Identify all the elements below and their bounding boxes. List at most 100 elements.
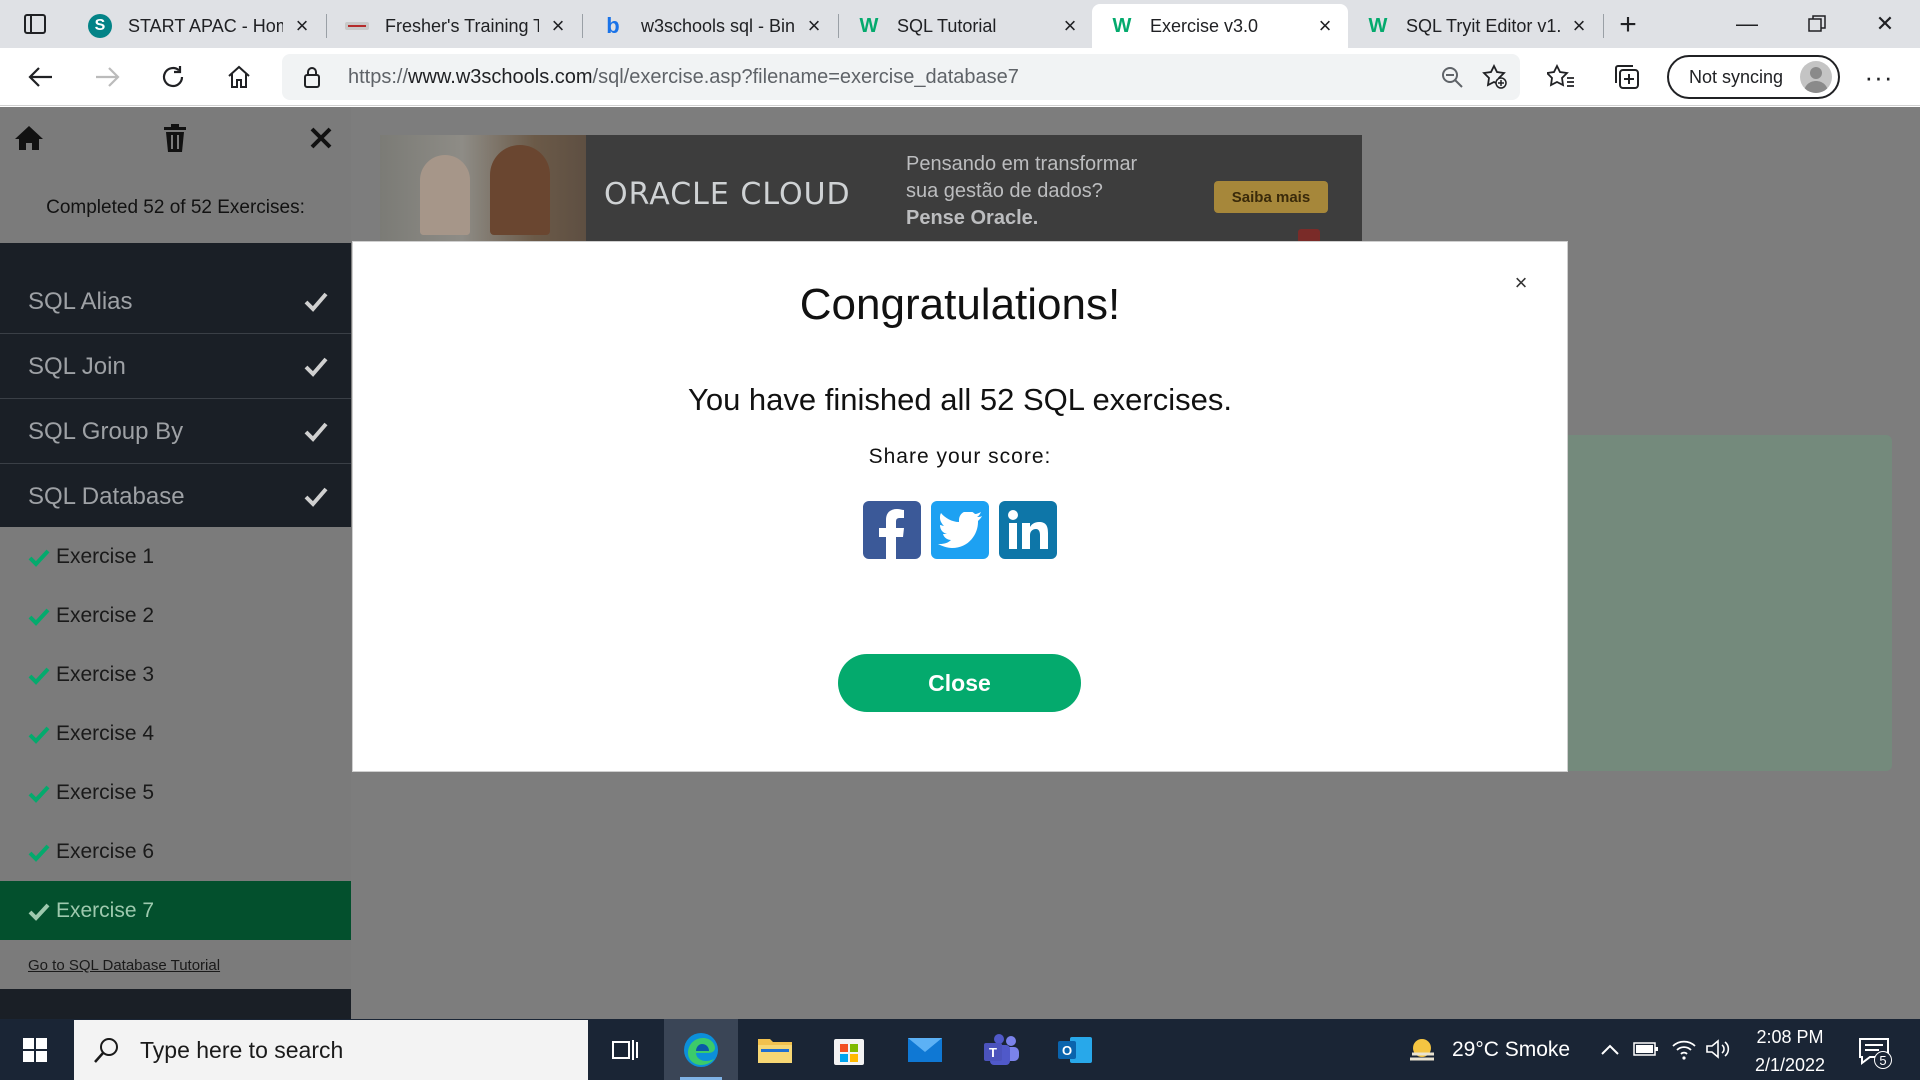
exercise-item[interactable]: Exercise 2 (0, 586, 351, 645)
zoom-icon[interactable] (1437, 62, 1467, 92)
check-icon (304, 292, 328, 312)
restore-icon (1808, 15, 1826, 32)
category-label: SQL Alias (28, 287, 133, 315)
svg-text:O: O (1062, 1043, 1072, 1058)
sidebar-category-sql-database[interactable]: SQL Database (0, 465, 351, 529)
congratulations-modal: Congratulations! × You have finished all… (353, 242, 1567, 771)
exercise-item[interactable]: Exercise 3 (0, 645, 351, 704)
ad-banner[interactable]: ORACLE CLOUD Pensando em transformar sua… (380, 135, 1362, 245)
tab-close-icon[interactable]: × (1568, 13, 1590, 38)
twitter-share-button[interactable] (931, 501, 989, 559)
search-icon (94, 1038, 118, 1063)
url-text[interactable]: https://www.w3schools.com/sql/exercise.a… (348, 66, 1019, 89)
clock-time: 2:08 PM (1756, 1027, 1824, 1047)
collections-icon[interactable] (1610, 60, 1644, 94)
exercise-item-active[interactable]: Exercise 7 (0, 881, 351, 940)
sidebar-category-sql-join[interactable]: SQL Join (0, 335, 351, 399)
linkedin-share-button[interactable] (999, 501, 1057, 559)
taskbar-search[interactable]: Type here to search (74, 1020, 588, 1080)
sidebar-header: Completed 52 of 52 Exercises: (0, 107, 351, 243)
close-window-button[interactable]: ✕ (1850, 0, 1920, 48)
favorites-icon[interactable] (1544, 60, 1578, 94)
plus-icon: + (1619, 8, 1637, 41)
forward-button[interactable] (88, 58, 126, 96)
sidebar-category-sql-alias[interactable]: SQL Alias (0, 270, 351, 334)
restore-button[interactable] (1782, 0, 1852, 48)
taskbar-mail[interactable] (888, 1019, 962, 1080)
exercise-item[interactable]: Exercise 5 (0, 763, 351, 822)
facebook-share-button[interactable] (863, 501, 921, 559)
profile-label: Not syncing (1689, 66, 1784, 87)
tab-sql-tryit-editor[interactable]: W SQL Tryit Editor v1.6 × (1348, 4, 1602, 48)
home-icon[interactable] (12, 121, 46, 155)
twitter-icon (938, 512, 982, 548)
tab-close-icon[interactable]: × (803, 13, 825, 38)
clock-date: 2/1/2022 (1754, 1055, 1826, 1075)
start-button[interactable] (0, 1019, 70, 1080)
modal-close-icon[interactable]: × (1508, 270, 1534, 296)
weather-widget[interactable]: 29°C Smoke (1408, 1019, 1570, 1080)
sidebar-category-sql-group-by[interactable]: SQL Group By (0, 400, 351, 464)
share-label: Share your score: (868, 445, 1052, 468)
battery-icon[interactable] (1630, 1033, 1662, 1065)
tab-actions-icon (24, 14, 46, 34)
tray-chevron-icon[interactable] (1594, 1033, 1626, 1065)
exercise-label: Exercise 4 (56, 721, 155, 745)
tutorial-link[interactable]: Go to SQL Database Tutorial (28, 957, 220, 974)
outlook-icon: O (1058, 1036, 1092, 1063)
category-label: SQL Group By (28, 417, 184, 445)
minimize-icon: — (1736, 11, 1758, 36)
url-scheme: https:// (348, 65, 409, 88)
close-sidebar-icon[interactable] (304, 121, 338, 155)
task-view-button[interactable] (588, 1019, 662, 1080)
exercise-label: Exercise 7 (56, 898, 155, 922)
sidebar-category-partial[interactable] (0, 243, 351, 273)
taskbar-teams[interactable]: T (964, 1019, 1038, 1080)
profile-button[interactable]: Not syncing (1667, 55, 1840, 99)
exercise-item[interactable]: Exercise 1 (0, 527, 351, 586)
ad-line: Pense Oracle. (906, 207, 1039, 229)
tab-freshers-training[interactable]: Fresher's Training Tracker × (327, 4, 581, 48)
tab-close-icon[interactable]: × (291, 13, 313, 38)
url-host: www.w3schools.com (408, 65, 593, 88)
home-button[interactable] (220, 58, 258, 96)
tab-actions-button[interactable] (10, 8, 60, 40)
new-tab-button[interactable]: + (1612, 8, 1644, 41)
add-favorite-icon[interactable] (1480, 62, 1510, 92)
tab-title: START APAC - Home (128, 15, 283, 36)
lock-icon[interactable] (292, 65, 332, 89)
taskbar-file-explorer[interactable] (738, 1019, 812, 1080)
tab-close-icon[interactable]: × (1314, 13, 1336, 38)
tab-exercise-active[interactable]: W Exercise v3.0 × (1092, 4, 1348, 48)
tab-bing-search[interactable]: b w3schools sql - Bing × (583, 4, 837, 48)
minimize-button[interactable]: — (1712, 0, 1782, 48)
tab-title: SQL Tryit Editor v1.6 (1406, 15, 1560, 36)
folder-icon (758, 1038, 792, 1063)
taskbar-outlook[interactable]: O (1038, 1019, 1112, 1080)
refresh-button[interactable] (154, 58, 192, 96)
w3schools-icon: W (859, 14, 879, 37)
linkedin-icon (1008, 510, 1048, 549)
system-clock[interactable]: 2:08 PM 2/1/2022 (1746, 1023, 1834, 1079)
check-icon (304, 487, 328, 507)
close-button[interactable]: Close (838, 654, 1081, 712)
ad-logo: ORACLE CLOUD (604, 177, 851, 212)
sharepoint-icon: S (88, 14, 112, 38)
trash-icon[interactable] (158, 121, 192, 155)
exercise-item[interactable]: Exercise 4 (0, 704, 351, 763)
tab-close-icon[interactable]: × (1059, 13, 1081, 38)
tab-close-icon[interactable]: × (547, 13, 569, 38)
address-bar[interactable]: https://www.w3schools.com/sql/exercise.a… (282, 54, 1520, 100)
settings-more-icon[interactable]: ··· (1862, 60, 1896, 94)
wifi-icon[interactable] (1668, 1033, 1700, 1065)
volume-icon[interactable] (1702, 1033, 1734, 1065)
tab-start-apac[interactable]: S START APAC - Home × (70, 4, 325, 48)
check-icon (28, 844, 50, 862)
taskbar-edge[interactable] (664, 1019, 738, 1080)
ad-cta-button[interactable]: Saiba mais (1214, 181, 1328, 213)
tab-sql-tutorial[interactable]: W SQL Tutorial × (839, 4, 1093, 48)
taskbar: Type here to search T O 29°C Smoke 2:08 … (0, 1019, 1920, 1080)
exercise-item[interactable]: Exercise 6 (0, 822, 351, 881)
back-button[interactable] (22, 58, 60, 96)
taskbar-store[interactable] (812, 1019, 886, 1080)
